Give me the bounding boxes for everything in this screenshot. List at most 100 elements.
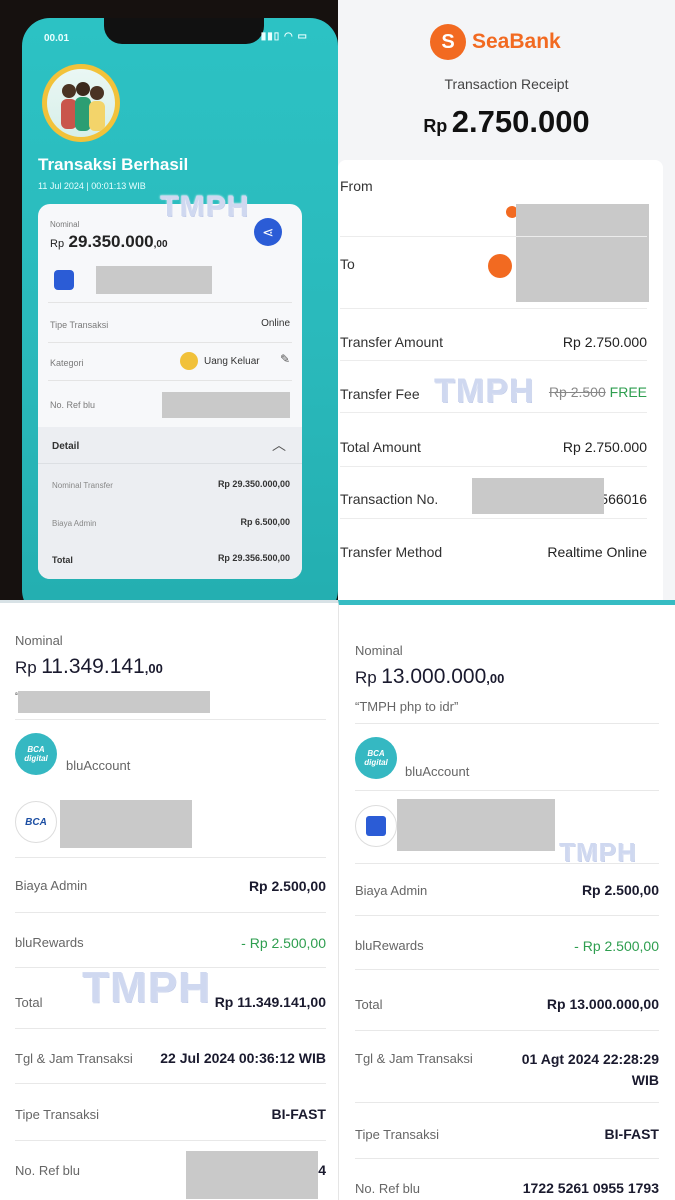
ref-label: No. Ref blu	[15, 1163, 81, 1178]
type-value: BI-FAST	[604, 1126, 659, 1142]
blu-phone-photo: 00.01 ▮▮▯ ◠ ▭ Transaksi Berhasil 11 Jul …	[0, 0, 338, 600]
divider	[355, 790, 659, 791]
total-value: Rp 29.356.500,00	[217, 553, 290, 563]
total-value: Rp 11.349.141,00	[214, 994, 326, 1010]
type-value: BI-FAST	[271, 1106, 326, 1122]
watermark-logo: TMPH	[82, 963, 211, 1012]
divider	[38, 463, 302, 464]
rewards-label: bluRewards	[355, 938, 424, 953]
admin-value: Rp 2.500,00	[581, 882, 659, 898]
rewards-value: - Rp 2.500,00	[241, 935, 326, 951]
divider	[15, 1140, 326, 1141]
type-label: Tipe Transaksi	[15, 1107, 100, 1122]
brand-name: SeaBank	[472, 30, 561, 53]
divider	[355, 1030, 659, 1031]
bca-digital-icon: BCA digital	[15, 733, 57, 775]
admin-value: Rp 2.500,00	[248, 878, 326, 894]
user-icon	[488, 254, 512, 278]
edit-icon[interactable]: ✎	[280, 352, 290, 366]
phone-notch	[104, 18, 264, 44]
redacted-account	[96, 266, 212, 294]
status-time: 00.01	[44, 33, 70, 44]
share-icon[interactable]: ⋖	[254, 218, 282, 246]
chevron-up-icon[interactable]: ︿	[272, 435, 286, 455]
redacted-ref	[186, 1151, 318, 1199]
divider	[340, 360, 647, 361]
receipt-amount: Rp 2.750.000	[423, 104, 590, 139]
fee-free: FREE	[609, 384, 647, 400]
redacted-ref	[162, 392, 290, 418]
transaction-card: Nominal Rp 29.350.000,00 ⋖ Tipe Transaks…	[38, 204, 302, 579]
rewards-label: bluRewards	[15, 935, 84, 950]
total-label: Total	[15, 995, 43, 1010]
divider	[355, 1158, 659, 1159]
divider	[340, 236, 647, 237]
total-amount-label: Total Amount	[340, 439, 421, 455]
detail-section: Detail ︿ Nominal Transfer Rp 29.350.000,…	[38, 427, 302, 579]
datetime-value: 22 Jul 2024 00:36:12 WIB	[160, 1050, 326, 1066]
transaction-no-suffix: 566016	[600, 491, 647, 507]
seabank-receipt: S SeaBank Transaction Receipt Rp 2.750.0…	[338, 0, 675, 600]
rewards-value: - Rp 2.500,00	[574, 938, 659, 954]
divider	[355, 1102, 659, 1103]
admin-label: Biaya Admin	[15, 878, 88, 893]
ref-suffix: 4	[318, 1162, 326, 1178]
watermark-logo: TMPH	[434, 372, 535, 410]
transaction-no-label: Transaction No.	[340, 491, 439, 507]
money-out-icon	[180, 352, 198, 370]
divider	[15, 719, 326, 720]
redacted-transaction-no	[472, 478, 604, 514]
datetime-label: Tgl & Jam Transaksi	[15, 1051, 133, 1066]
divider	[340, 466, 647, 467]
watermark-logo: TMPH	[559, 837, 637, 867]
total-value: Rp 13.000.000,00	[546, 996, 659, 1012]
from-label: From	[340, 178, 373, 194]
divider	[340, 518, 647, 519]
admin-label: Biaya Admin	[355, 883, 428, 898]
transfer-amount-value: Rp 2.750.000	[562, 334, 647, 350]
divider	[15, 1028, 326, 1029]
divider	[15, 912, 326, 913]
profile-avatar	[42, 64, 120, 142]
nominal-amount: Rp 13.000.000,00	[355, 665, 505, 688]
admin-value: Rp 6.500,00	[240, 517, 290, 527]
divider	[355, 723, 659, 724]
divider	[48, 342, 292, 343]
total-amount-value: Rp 2.750.000	[562, 439, 647, 455]
admin-label: Biaya Admin	[52, 519, 97, 528]
divider	[48, 380, 292, 381]
fee-label: Transfer Fee	[340, 386, 420, 402]
category-value: Uang Keluar	[204, 356, 260, 367]
fee-old: Rp 2.500	[548, 384, 606, 400]
divider	[48, 302, 292, 303]
type-value: Online	[261, 318, 290, 329]
total-label: Total	[355, 997, 383, 1012]
nominal-label: Nominal	[355, 643, 403, 658]
redacted-destination	[397, 799, 555, 851]
receipt-subtitle: Transaction Receipt	[444, 76, 569, 92]
nominal-label: Nominal	[15, 633, 63, 648]
divider	[355, 915, 659, 916]
success-title: Transaksi Berhasil	[38, 155, 189, 174]
fee-value: Rp 2.500 FREE	[549, 384, 647, 400]
redacted-destination	[60, 800, 192, 848]
watermark-logo: TMPH	[160, 190, 249, 223]
people-illustration-icon	[61, 82, 105, 131]
ref-value: 1722 5261 0955 1793	[522, 1180, 659, 1196]
transfer-method-label: Transfer Method	[340, 544, 443, 560]
divider	[340, 412, 647, 413]
bank-icon	[355, 805, 397, 847]
type-label: Tipe Transaksi	[50, 320, 109, 330]
transfer-label: Nominal Transfer	[52, 481, 113, 490]
divider	[340, 308, 647, 309]
transaction-date: 11 Jul 2024 | 00:01:13 WIB	[38, 181, 146, 191]
divider	[355, 969, 659, 970]
transfer-method-value: Realtime Online	[547, 544, 647, 560]
divider	[15, 857, 326, 858]
detail-label: Detail	[52, 441, 80, 452]
to-label: To	[340, 256, 355, 272]
source-account-label: bluAccount	[405, 764, 470, 779]
source-account-label: bluAccount	[66, 758, 131, 773]
bank-logo-icon	[54, 270, 74, 290]
type-label: Tipe Transaksi	[355, 1127, 440, 1142]
